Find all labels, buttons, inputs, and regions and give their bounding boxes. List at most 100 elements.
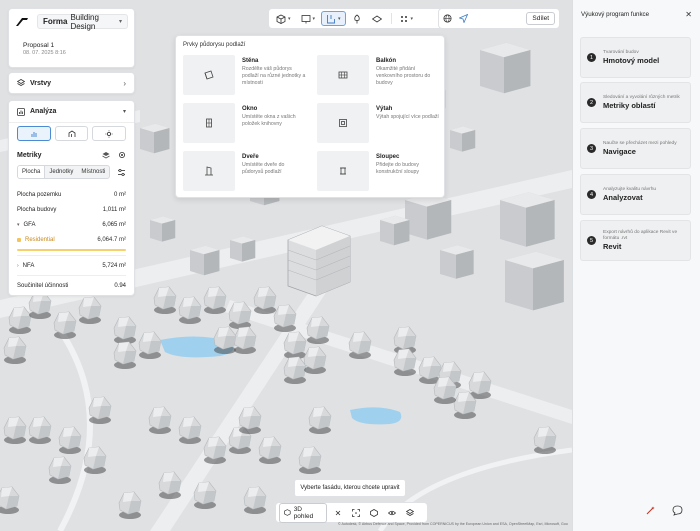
tab-units[interactable]: Jednotky <box>45 166 77 178</box>
step-number: 5 <box>587 236 596 245</box>
metric-row-nfa[interactable]: › NFA 5,724 m² <box>9 258 134 273</box>
vegetation-tool-button[interactable] <box>348 11 366 26</box>
layers-stack-icon <box>406 508 414 516</box>
step-title: Revit <box>603 242 622 252</box>
cube-icon <box>276 14 286 24</box>
facade-hint-tooltip: Vyberte fasádu, kterou chcete upravit <box>294 479 406 497</box>
settings-gear-icon[interactable] <box>118 151 126 159</box>
floor-plan-elements-panel: Prvky půdorysu podlaží Stěna Rozdělte vá… <box>175 35 445 198</box>
tree-icon <box>353 14 360 23</box>
divider <box>17 275 126 276</box>
chevron-right-icon: › <box>123 78 126 88</box>
frame-view-button[interactable] <box>352 508 360 517</box>
brand-card: Forma Building Design ▾ Proposal 1 08. 0… <box>8 8 135 68</box>
sun-analysis-mode-button[interactable] <box>92 126 127 141</box>
layers-stack-button[interactable] <box>406 508 414 517</box>
element-title: Sloupec <box>376 154 400 160</box>
toolbar-separator <box>390 13 392 24</box>
site-tool-button[interactable]: ▾ <box>297 11 320 26</box>
metric-value: 1,011 m² <box>102 206 126 213</box>
step-number: 1 <box>587 53 596 62</box>
send-icon[interactable] <box>459 14 468 23</box>
element-description: Okamžité přidání venkovního prostoru do … <box>376 66 431 87</box>
element-door[interactable]: Dveře Umístěte dveře do půdorysů podlaží <box>183 151 307 191</box>
tutorial-step-4[interactable]: 4 Analyzujte kvalitu návrhu Analyzovat <box>580 174 691 215</box>
visibility-button[interactable] <box>388 509 396 517</box>
bar-chart-icon <box>31 131 37 137</box>
metric-label: Plocha pozemku <box>17 191 62 198</box>
element-description: Výtah spojující více podlaží <box>376 114 439 120</box>
building-tool-button[interactable]: ▾ <box>272 11 295 26</box>
globe-icon[interactable] <box>443 14 452 23</box>
wind-analysis-mode-button[interactable] <box>54 126 89 141</box>
metrics-header: Metriky <box>9 141 134 159</box>
terrain-tool-button[interactable] <box>368 11 386 26</box>
metric-row-gfa[interactable]: ▾ GFA 6,065 m² <box>9 217 134 232</box>
elevator-icon <box>339 119 347 127</box>
analysis-mode-group <box>9 123 134 141</box>
element-wall[interactable]: Stěna Rozdělte váš půdorys podlaží na rů… <box>183 55 307 95</box>
step-subtitle: Sledování a vyvolání různých metrik <box>603 94 680 100</box>
metric-value: 0 m² <box>114 191 126 198</box>
model-view-button[interactable] <box>370 508 378 517</box>
metric-label: Residential <box>25 236 55 243</box>
chevron-down-icon: ▾ <box>410 15 414 22</box>
analysis-header[interactable]: Analýza ▾ <box>9 101 134 123</box>
proposal-name: Proposal 1 <box>23 42 55 49</box>
view-controls-bar: 3D pohled <box>275 502 428 523</box>
step-subtitle: Analyzujte kvalitu návrhu <box>603 186 657 192</box>
cube-icon <box>284 509 291 516</box>
tutorial-step-2[interactable]: 2 Sledování a vyvolání různých metrik Me… <box>580 82 691 123</box>
product-switcher[interactable]: Forma Building Design ▾ <box>37 13 128 31</box>
area-metrics-mode-button[interactable] <box>17 126 51 141</box>
proposal-info[interactable]: Proposal 1 08. 07. 2025 8:16 <box>9 34 134 56</box>
floor-plan-elements-button[interactable]: ▾ <box>321 11 346 26</box>
window-icon <box>206 118 212 128</box>
stack-icon[interactable] <box>102 151 110 159</box>
forma-logo-icon <box>16 17 28 26</box>
chevron-down-icon: ▾ <box>338 15 341 22</box>
metric-row-building-area: Plocha budovy 1,011 m² <box>9 202 134 217</box>
collapse-button[interactable] <box>334 509 342 517</box>
tutorial-step-1[interactable]: 1 Tvarování budov Hmotový model <box>580 37 691 78</box>
more-tools-button[interactable]: ▾ <box>395 11 418 26</box>
sun-icon <box>105 129 113 138</box>
cube-outline-icon <box>370 508 378 517</box>
share-button[interactable]: Sdílet <box>526 12 555 25</box>
step-title: Hmotový model <box>603 56 660 66</box>
element-column[interactable]: Sloupec Přidejte do budovy konstrukční s… <box>317 151 441 191</box>
eye-icon <box>388 510 396 515</box>
filter-sliders-icon[interactable] <box>117 168 126 177</box>
secondary-toolbar: Sdílet <box>438 8 560 29</box>
metric-row-plot-area: Plocha pozemku 0 m² <box>9 187 134 202</box>
chevron-down-icon: ▾ <box>118 19 122 25</box>
step-number: 2 <box>587 98 596 107</box>
diamond-layer-icon <box>371 15 382 22</box>
analysis-icon <box>17 107 25 116</box>
tutorial-step-3[interactable]: 3 Naučte se přecházet mezi pohledy Navig… <box>580 128 691 169</box>
design-toolbar: ▾ ▾ ▾ ▾ <box>268 8 444 29</box>
layers-label: Vrstvy <box>30 79 52 87</box>
tab-area[interactable]: Plocha <box>18 166 46 178</box>
element-balcony[interactable]: Balkón Okamžité přidání venkovního prost… <box>317 55 441 95</box>
close-icon[interactable]: ✕ <box>685 10 692 19</box>
step-subtitle: Export návrhů do aplikace Revit ve formá… <box>603 229 678 241</box>
tab-rooms[interactable]: Místnosti <box>77 166 109 178</box>
chevron-down-icon: ▾ <box>122 109 126 115</box>
proposal-date: 08. 07. 2025 8:16 <box>23 50 66 56</box>
3d-view-button[interactable]: 3D pohled <box>279 502 327 523</box>
magic-wand-icon[interactable] <box>645 505 656 516</box>
step-title: Metriky oblastí <box>603 101 656 111</box>
step-number: 3 <box>587 144 596 153</box>
chat-bubble-icon[interactable] <box>672 505 683 516</box>
tutorial-step-5[interactable]: 5 Export návrhů do aplikace Revit ve for… <box>580 220 691 261</box>
product-name-bold: Forma <box>43 17 68 26</box>
building-analysis-icon <box>68 130 75 137</box>
element-description: Přidejte do budovy konstrukční sloupy <box>376 162 419 176</box>
metrics-label: Metriky <box>17 151 42 159</box>
step-subtitle: Tvarování budov <box>603 49 639 55</box>
layers-panel-toggle[interactable]: Vrstvy › <box>8 72 135 94</box>
element-window[interactable]: Okno Umístěte okna z vašich položek knih… <box>183 103 307 143</box>
element-elevator[interactable]: Výtah Výtah spojující více podlaží <box>317 103 441 143</box>
tutorial-panel: Výukový program funkce ✕ 1 Tvarování bud… <box>572 0 700 531</box>
